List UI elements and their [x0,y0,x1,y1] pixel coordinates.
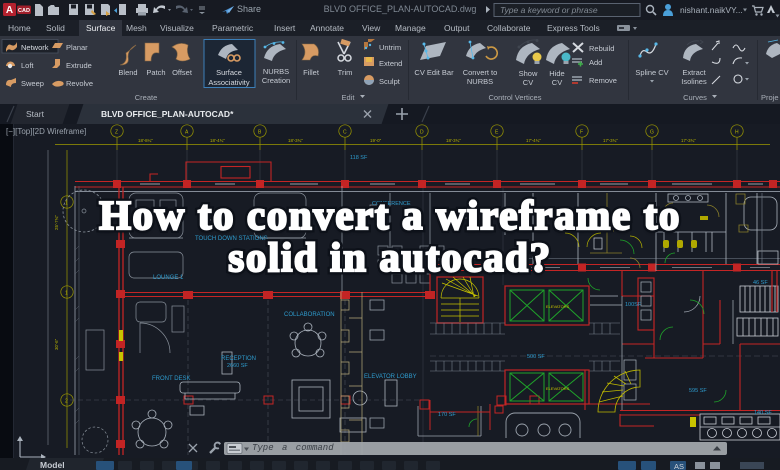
svg-text:ELEVATORS: ELEVATORS [546,304,570,309]
svg-text:Sculpt: Sculpt [379,77,401,86]
svg-text:595 SF: 595 SF [689,388,707,394]
svg-text:17'-3¾": 17'-3¾" [603,138,618,143]
svg-text:G: G [650,130,654,136]
svg-text:18'-3¾": 18'-3¾" [288,138,303,143]
svg-text:Curves: Curves [683,93,707,102]
svg-text:Patch: Patch [146,68,165,77]
svg-text:ELEVATOR LOBBY: ELEVATOR LOBBY [364,374,417,380]
svg-text:Spline CV: Spline CV [635,68,668,77]
svg-text:Trim: Trim [338,68,353,77]
svg-text:Offset: Offset [172,68,193,77]
svg-text:30'-6": 30'-6" [54,338,59,350]
svg-text:Network: Network [21,43,49,52]
svg-text:500 SF: 500 SF [527,354,545,360]
svg-text:Add: Add [589,58,602,67]
svg-text:H: H [735,130,739,136]
svg-text:F: F [580,130,583,136]
svg-text:140 SF: 140 SF [754,410,772,416]
svg-text:Surface: Surface [216,68,242,77]
svg-text:Create: Create [135,93,158,102]
svg-text:Convert to: Convert to [463,68,498,77]
svg-text:A: A [6,5,13,16]
svg-text:B: B [258,130,262,136]
svg-text:CV: CV [552,78,562,87]
svg-text:NURBS: NURBS [467,77,493,86]
svg-text:RECEPTION: RECEPTION [221,356,256,362]
svg-text:19'-0": 19'-0" [370,138,382,143]
svg-text:Z: Z [115,130,118,136]
svg-text:nishant.naikVY...: nishant.naikVY... [680,5,743,15]
svg-text:CV: CV [523,78,533,87]
svg-text:Revolve: Revolve [66,79,93,88]
svg-text:Fillet: Fillet [303,68,320,77]
svg-text:170 SF: 170 SF [438,412,456,418]
svg-text:Control Vertices: Control Vertices [489,93,542,102]
svg-text:18'-4¾": 18'-4¾" [210,138,225,143]
svg-text:E: E [495,130,499,136]
svg-text:C: C [343,130,347,136]
svg-text:Blend: Blend [118,68,137,77]
svg-text:2660 SF: 2660 SF [227,363,248,369]
svg-text:18'-3¾": 18'-3¾" [446,138,461,143]
svg-text:Type a keyword or phrase: Type a keyword or phrase [500,5,598,15]
svg-text:D: D [420,130,424,136]
svg-text:Extrude: Extrude [66,61,92,70]
svg-text:Creation: Creation [262,76,290,85]
svg-text:FRONT DESK: FRONT DESK [152,376,191,382]
svg-text:18'-8¼": 18'-8¼" [138,138,153,143]
svg-text:Edit: Edit [342,93,356,102]
svg-text:1: 1 [65,291,68,297]
svg-text:Remove: Remove [589,76,617,85]
svg-text:Sweep: Sweep [21,79,44,88]
svg-text:CAD: CAD [18,8,30,14]
svg-text:Show: Show [519,69,538,78]
svg-text:Planar: Planar [66,43,88,52]
svg-text:100SF: 100SF [625,302,642,308]
svg-text:AS: AS [674,462,684,470]
svg-text:17'-3¾": 17'-3¾" [681,138,696,143]
svg-text:Proje: Proje [761,93,779,102]
svg-text:Loft: Loft [21,61,34,70]
svg-text:46 SF: 46 SF [753,280,768,286]
svg-text:CV Edit Bar: CV Edit Bar [414,68,454,77]
svg-text:ELEVATORS: ELEVATORS [546,386,570,391]
svg-text:17'-4¾": 17'-4¾" [526,138,541,143]
svg-text:Untrim: Untrim [379,43,401,52]
svg-text:Hide: Hide [549,69,564,78]
svg-text:A: A [185,130,189,136]
svg-text:2: 2 [65,399,68,405]
svg-text:Extend: Extend [379,59,402,68]
svg-text:COLLABORATION: COLLABORATION [284,312,335,318]
svg-text:Isolines: Isolines [681,77,707,86]
svg-text:Extract: Extract [682,68,706,77]
svg-text:NURBS: NURBS [263,67,289,76]
svg-text:Model: Model [40,460,65,470]
svg-text:118 SF: 118 SF [350,155,368,161]
svg-text:Associativity: Associativity [208,78,250,87]
svg-text:Rebuild: Rebuild [589,44,614,53]
